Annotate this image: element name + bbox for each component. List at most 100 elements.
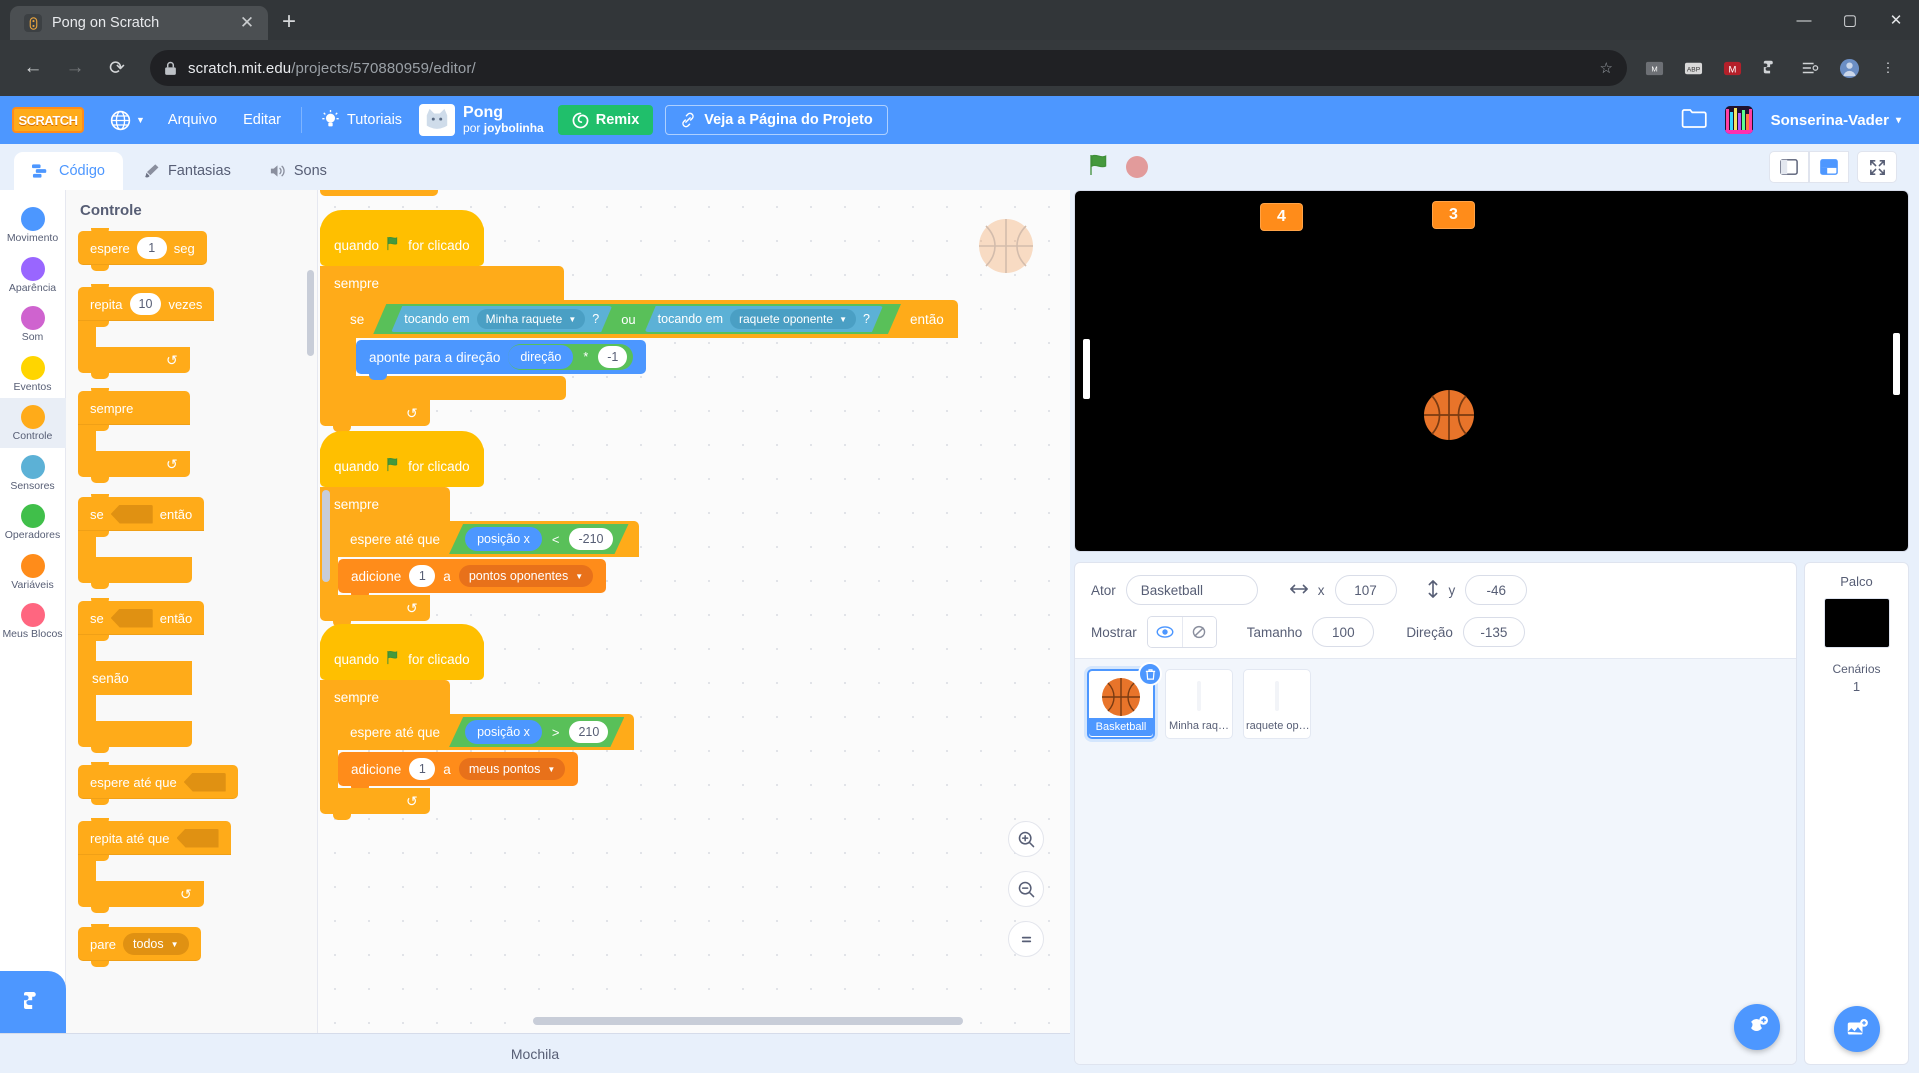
- sprite-x-input[interactable]: 107: [1334, 575, 1397, 605]
- new-tab-button[interactable]: +: [282, 8, 296, 36]
- category-variaveis[interactable]: Variáveis: [0, 547, 66, 597]
- script-my-point[interactable]: quando for clicado sempre espere até que…: [320, 624, 635, 820]
- folder-icon[interactable]: [1681, 107, 1707, 134]
- script-bounce[interactable]: quando for clicado sempre se tocando em …: [320, 210, 958, 432]
- menu-file[interactable]: Arquivo: [155, 105, 230, 135]
- bookmark-star-icon[interactable]: ☆: [1600, 59, 1613, 77]
- palette-block-if-then[interactable]: se então: [78, 494, 205, 589]
- palette-block-wait-until[interactable]: espere até que: [78, 762, 238, 805]
- large-stage-button[interactable]: [1809, 151, 1849, 183]
- boolean-slot[interactable]: [183, 772, 226, 792]
- sprite-y-input[interactable]: -46: [1465, 575, 1528, 605]
- canvas-vertical-scrollbar[interactable]: [322, 490, 330, 582]
- sprite-size-input[interactable]: 100: [1312, 617, 1375, 647]
- forever-block-header[interactable]: sempre: [320, 680, 450, 714]
- category-controle[interactable]: Controle: [0, 398, 66, 448]
- canvas-horizontal-scrollbar[interactable]: [533, 1017, 963, 1025]
- green-flag-button[interactable]: [1086, 152, 1112, 183]
- palette-scrollbar[interactable]: [307, 270, 314, 356]
- stage[interactable]: 4 3: [1074, 190, 1909, 552]
- show-sprite-button[interactable]: [1147, 617, 1182, 647]
- palette-block-stop[interactable]: pare todos ▼: [78, 924, 201, 967]
- scratch-logo[interactable]: SCRATCH: [12, 107, 84, 133]
- touching-block-left[interactable]: tocando em Minha raquete ▼ ?: [391, 306, 612, 332]
- less-than-operator-block[interactable]: posição x < -210: [449, 524, 628, 554]
- hat-block-when-flag-clicked[interactable]: quando for clicado: [320, 210, 484, 266]
- see-project-page-button[interactable]: Veja a Página do Projeto: [665, 105, 888, 135]
- add-backdrop-button[interactable]: [1833, 1006, 1880, 1052]
- reload-icon[interactable]: ⟳: [98, 49, 136, 87]
- x-position-reporter[interactable]: posição x: [465, 527, 542, 551]
- block-input[interactable]: 10: [129, 293, 162, 315]
- back-icon[interactable]: ←: [14, 49, 52, 87]
- boolean-slot[interactable]: [110, 608, 153, 628]
- hat-block-when-flag-clicked[interactable]: quando for clicado: [320, 431, 484, 487]
- boolean-slot[interactable]: [110, 504, 153, 524]
- category-som[interactable]: Som: [0, 299, 66, 349]
- address-bar[interactable]: scratch.mit.edu/projects/570880959/edito…: [150, 50, 1627, 86]
- variable-dropdown[interactable]: meus pontos ▼: [458, 758, 566, 780]
- boolean-slot[interactable]: [176, 828, 219, 848]
- browser-tab[interactable]: Pong on Scratch ✕: [10, 6, 268, 40]
- code-canvas[interactable]: quando for clicado sempre se tocando em …: [318, 190, 1070, 1033]
- change-variable-block[interactable]: adicione 1 a pontos oponentes ▼: [338, 559, 607, 599]
- remix-button[interactable]: Remix: [557, 105, 654, 135]
- touching-target-dropdown[interactable]: raquete oponente ▼: [730, 309, 856, 329]
- zoom-reset-icon[interactable]: [1008, 921, 1044, 957]
- delete-sprite-icon[interactable]: [1138, 662, 1162, 686]
- category-aparencia[interactable]: Aparência: [0, 250, 66, 300]
- variable-dropdown[interactable]: pontos oponentes ▼: [458, 565, 594, 587]
- fullscreen-button[interactable]: [1857, 151, 1897, 183]
- category-operadores[interactable]: Operadores: [0, 497, 66, 547]
- sprite-direction-input[interactable]: -135: [1462, 617, 1525, 647]
- block-palette[interactable]: Controle espere 1 seg repita 10 vezes ↻: [66, 190, 318, 1033]
- multiply-operator-block[interactable]: direção * -1: [508, 344, 634, 370]
- stop-button[interactable]: [1126, 156, 1148, 178]
- change-amount-input[interactable]: 1: [409, 758, 436, 780]
- extension-icon-1[interactable]: M: [1641, 55, 1667, 81]
- profile-avatar-icon[interactable]: [1836, 55, 1862, 81]
- forever-block-header[interactable]: sempre: [320, 487, 450, 521]
- greater-than-operator-block[interactable]: posição x > 210: [449, 717, 624, 747]
- sprite-name-input[interactable]: Basketball: [1125, 575, 1258, 605]
- add-extension-button[interactable]: [0, 971, 66, 1033]
- monitor-opponent-score[interactable]: 4: [1260, 203, 1303, 231]
- monitor-my-score[interactable]: 3: [1432, 201, 1475, 229]
- user-avatar[interactable]: [1724, 106, 1753, 134]
- direction-reporter[interactable]: direção: [508, 345, 574, 369]
- zoom-in-icon[interactable]: [1008, 821, 1044, 857]
- sprite-card-my-paddle[interactable]: Minha raq…: [1165, 669, 1233, 739]
- palette-block-repeat[interactable]: repita 10 vezes ↻: [78, 284, 215, 379]
- comparison-operand[interactable]: -210: [569, 528, 612, 550]
- puzzle-extensions-icon[interactable]: [1758, 55, 1784, 81]
- window-minimize-icon[interactable]: —: [1781, 0, 1827, 40]
- tab-fantasias[interactable]: Fantasias: [124, 152, 249, 190]
- palette-block-if-else[interactable]: se então senão: [78, 598, 205, 753]
- tab-sons[interactable]: Sons: [250, 152, 345, 190]
- comparison-operand[interactable]: 210: [569, 721, 608, 743]
- change-variable-block[interactable]: adicione 1 a meus pontos ▼: [338, 752, 579, 792]
- menu-tutorials[interactable]: Tutoriais: [309, 105, 415, 135]
- sprite-card-basketball[interactable]: Basketball: [1087, 662, 1162, 739]
- forward-icon[interactable]: →: [56, 49, 94, 87]
- category-movimento[interactable]: Movimento: [0, 200, 66, 250]
- category-eventos[interactable]: Eventos: [0, 349, 66, 399]
- stop-option-dropdown[interactable]: todos ▼: [123, 933, 189, 955]
- block-input[interactable]: 1: [136, 237, 167, 259]
- point-in-direction-block[interactable]: aponte para a direção direção * -1: [356, 340, 647, 380]
- change-amount-input[interactable]: 1: [409, 565, 436, 587]
- user-menu[interactable]: Sonserina-Vader ▾: [1771, 112, 1901, 129]
- tab-close-icon[interactable]: ✕: [236, 13, 258, 33]
- touching-target-dropdown[interactable]: Minha raquete ▼: [477, 309, 586, 329]
- category-meus-blocos[interactable]: Meus Blocos: [0, 596, 66, 646]
- palette-block-repeat-until[interactable]: repita até que ↻: [78, 818, 231, 913]
- palette-block-forever[interactable]: sempre ↻: [78, 388, 190, 483]
- wait-until-block[interactable]: espere até que posição x < -210: [338, 521, 639, 557]
- sprite-card-opponent-paddle[interactable]: raquete op…: [1243, 669, 1311, 739]
- zoom-out-icon[interactable]: [1008, 871, 1044, 907]
- or-operator-block[interactable]: tocando em Minha raquete ▼ ? ou tocando …: [373, 304, 901, 334]
- wait-until-block[interactable]: espere até que posição x > 210: [338, 714, 635, 750]
- add-sprite-button[interactable]: [1734, 1004, 1780, 1050]
- window-maximize-icon[interactable]: ▢: [1827, 0, 1873, 40]
- hat-block-when-flag-clicked[interactable]: quando for clicado: [320, 624, 484, 680]
